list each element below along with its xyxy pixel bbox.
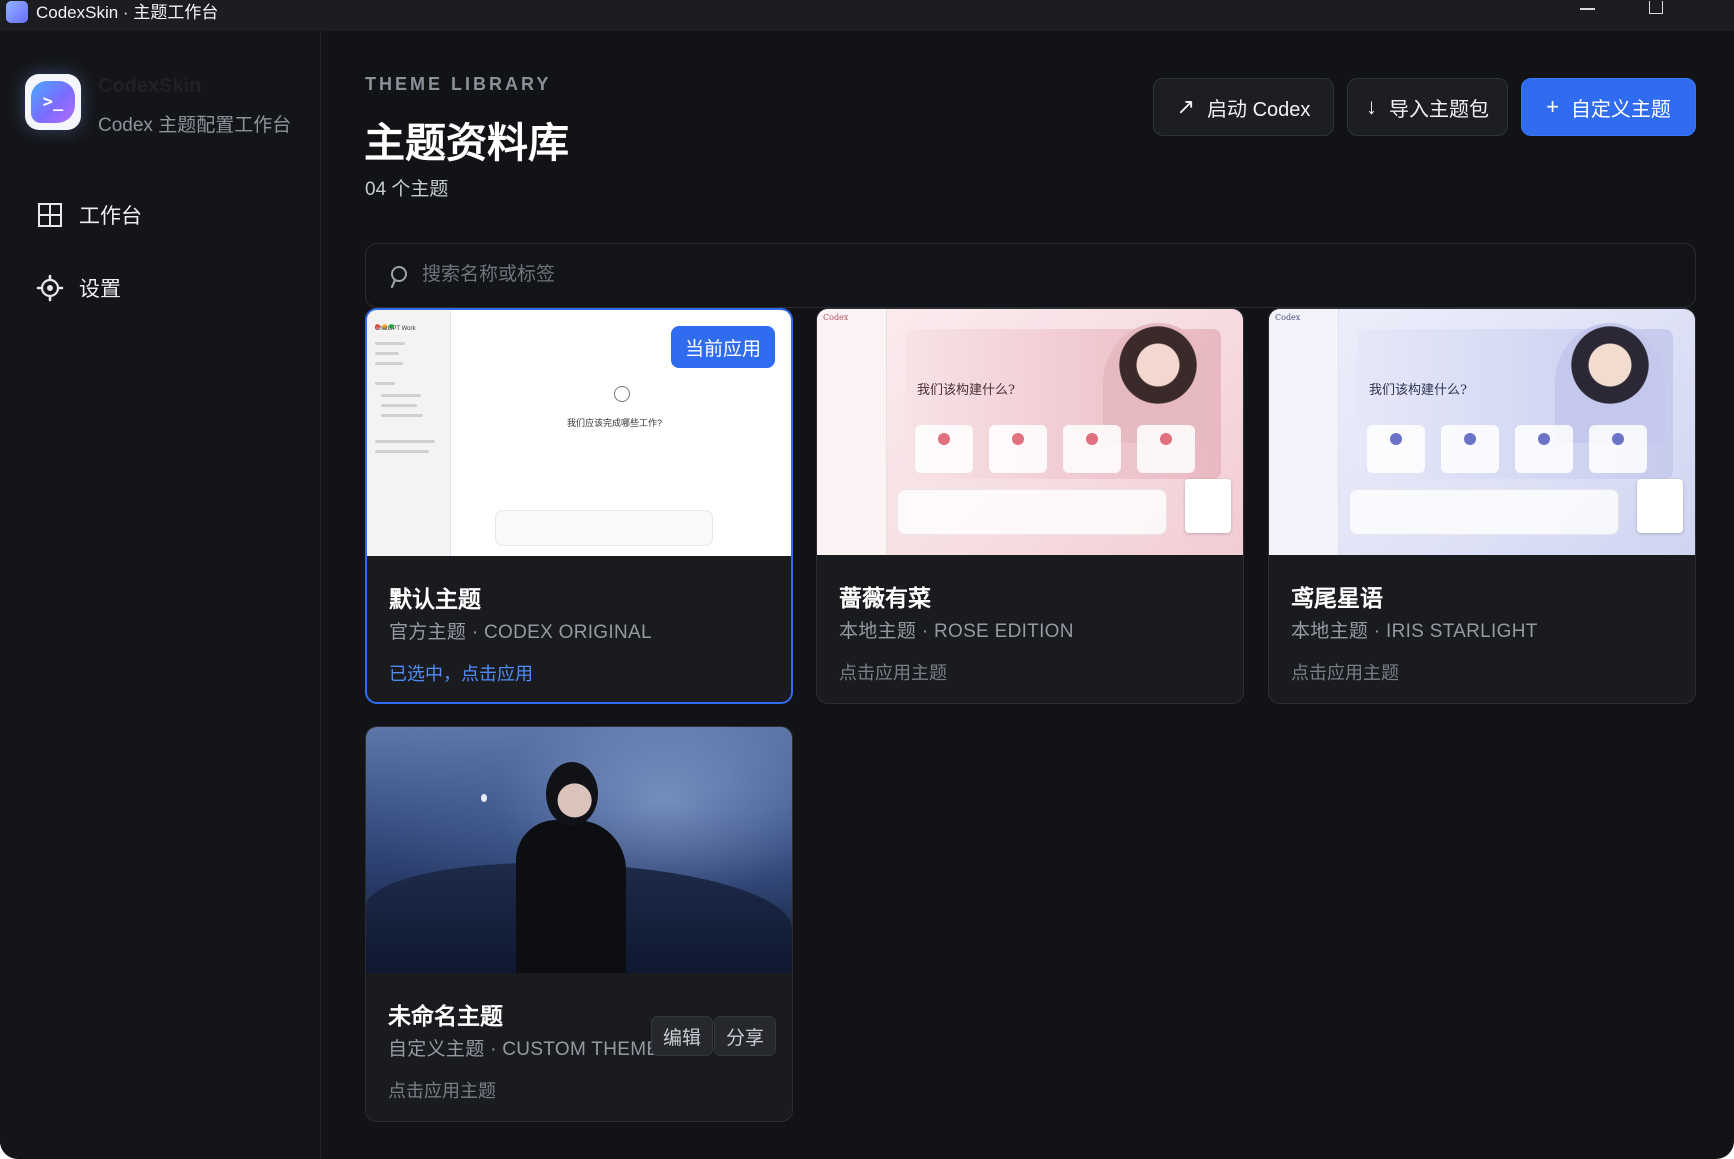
maximize-button[interactable] (1636, 0, 1676, 20)
main-content: THEME LIBRARY 主题资料库 04 个主题 ↗ 启动 Codex ↓ … (322, 31, 1734, 1159)
preview-line (375, 342, 405, 345)
preview-tile (1137, 425, 1195, 473)
custom-theme-button[interactable]: + 自定义主题 (1521, 78, 1696, 136)
launch-codex-label: 启动 Codex (1207, 98, 1311, 121)
preview-app-name: Codex (823, 313, 849, 322)
preview-tile (1063, 425, 1121, 473)
sidebar-item-label: 设置 (79, 278, 121, 301)
preview-input (495, 510, 713, 546)
theme-subtitle: 本地主题 · IRIS STARLIGHT (1291, 621, 1538, 642)
import-theme-label: 导入主题包 (1389, 98, 1489, 121)
plus-icon: + (1546, 94, 1559, 119)
terminal-logo-icon: >_ (31, 81, 75, 123)
page-title: 主题资料库 (364, 120, 569, 166)
preview-tile (1589, 425, 1647, 473)
theme-count: 04 个主题 (365, 179, 449, 200)
theme-apply-link[interactable]: 点击应用主题 (388, 1077, 496, 1103)
launch-codex-button[interactable]: ↗ 启动 Codex (1153, 78, 1334, 136)
custom-theme-label: 自定义主题 (1570, 98, 1671, 121)
preview-moon (481, 794, 487, 802)
preview-input (897, 489, 1167, 535)
app-icon (6, 0, 28, 23)
preview-prompt: 我们该构建什么? (917, 383, 1015, 398)
theme-subtitle: 自定义主题 · CUSTOM THEME (388, 1039, 660, 1060)
arrow-up-right-icon: ↗ (1176, 94, 1196, 119)
theme-card-rose[interactable]: Codex 我们该构建什么? 蔷薇有菜 本地主题 · ROSE EDITION … (816, 308, 1244, 704)
theme-title: 鸢尾星语 (1291, 585, 1383, 611)
theme-apply-link[interactable]: 点击应用主题 (839, 659, 947, 685)
theme-preview-image: Codex 我们该构建什么? (1269, 309, 1695, 555)
preview-tile (1367, 425, 1425, 473)
theme-preview-image (366, 727, 792, 973)
current-applied-badge: 当前应用 (670, 326, 775, 368)
preview-line (375, 362, 403, 365)
theme-apply-link[interactable]: 已选中，点击应用 (389, 660, 533, 686)
theme-title: 默认主题 (389, 586, 481, 612)
preview-prompt: 我们该构建什么? (1369, 383, 1467, 398)
preview-sidebar: Codex (817, 309, 887, 555)
sidebar-item-settings[interactable]: 设置 (36, 268, 121, 308)
minimize-button[interactable] (1568, 0, 1608, 20)
preview-sidebar: ChatGPT Work (367, 310, 451, 556)
preview-line (375, 450, 429, 453)
preview-line (375, 382, 395, 385)
preview-tile (915, 425, 973, 473)
preview-line (381, 414, 423, 417)
preview-figure-head (546, 762, 598, 826)
theme-preview-image: ChatGPT Work 我们应该完成哪些工作? 当前应用 (367, 310, 791, 556)
preview-prompt: 我们应该完成哪些工作? (567, 418, 663, 428)
preview-figure-body (516, 820, 626, 973)
brand-subtitle: Codex 主题配置工作台 (98, 115, 292, 136)
preview-tile (1441, 425, 1499, 473)
theme-preview-image: Codex 我们该构建什么? (817, 309, 1243, 555)
gear-icon (36, 274, 64, 302)
theme-title: 未命名主题 (388, 1003, 503, 1029)
search-bar (365, 243, 1696, 308)
theme-subtitle: 本地主题 · ROSE EDITION (839, 621, 1074, 642)
app-window: CodexSkin · 主题工作台 >_ CodexSkin Codex 主题配… (0, 0, 1734, 1159)
app-logo: >_ (25, 74, 81, 130)
preview-line (375, 440, 435, 443)
window-title: CodexSkin · 主题工作台 (36, 3, 219, 22)
search-input[interactable] (422, 258, 1622, 292)
sidebar-item-label: 工作台 (79, 205, 142, 228)
preview-app-name: ChatGPT Work (375, 326, 416, 332)
theme-card-default[interactable]: ChatGPT Work 我们应该完成哪些工作? 当前应用 默认主题 官方主题 (365, 308, 793, 704)
preview-line (381, 394, 421, 397)
preview-line (381, 404, 417, 407)
edit-theme-button[interactable]: 编辑 (651, 1016, 714, 1056)
sidebar: >_ CodexSkin Codex 主题配置工作台 工作台 设置 (0, 31, 321, 1159)
preview-input (1349, 489, 1619, 535)
theme-title: 蔷薇有菜 (839, 585, 931, 611)
theme-subtitle: 官方主题 · CODEX ORIGINAL (389, 622, 652, 643)
brand-name: CodexSkin (98, 75, 202, 97)
grid-icon (36, 201, 64, 229)
share-theme-button[interactable]: 分享 (714, 1016, 777, 1056)
section-eyebrow: THEME LIBRARY (365, 74, 552, 94)
preview-tile (1515, 425, 1573, 473)
theme-apply-link[interactable]: 点击应用主题 (1291, 659, 1399, 685)
download-icon: ↓ (1366, 94, 1377, 119)
title-bar: CodexSkin · 主题工作台 (0, 0, 1734, 31)
openai-logo-icon (614, 386, 630, 402)
theme-card-custom[interactable]: 未命名主题 自定义主题 · CUSTOM THEME 点击应用主题 编辑 分享 (365, 726, 793, 1122)
preview-avatar (1185, 479, 1231, 533)
preview-portrait (516, 762, 626, 973)
preview-avatar (1637, 479, 1683, 533)
preview-app-name: Codex (1275, 313, 1301, 322)
import-theme-button[interactable]: ↓ 导入主题包 (1347, 78, 1508, 136)
theme-card-iris[interactable]: Codex 我们该构建什么? 鸢尾星语 本地主题 · IRIS STARLIGH… (1268, 308, 1696, 704)
sidebar-item-workbench[interactable]: 工作台 (36, 195, 142, 235)
preview-sidebar: Codex (1269, 309, 1339, 555)
preview-line (375, 352, 399, 355)
preview-tile (989, 425, 1047, 473)
search-icon (388, 264, 410, 290)
